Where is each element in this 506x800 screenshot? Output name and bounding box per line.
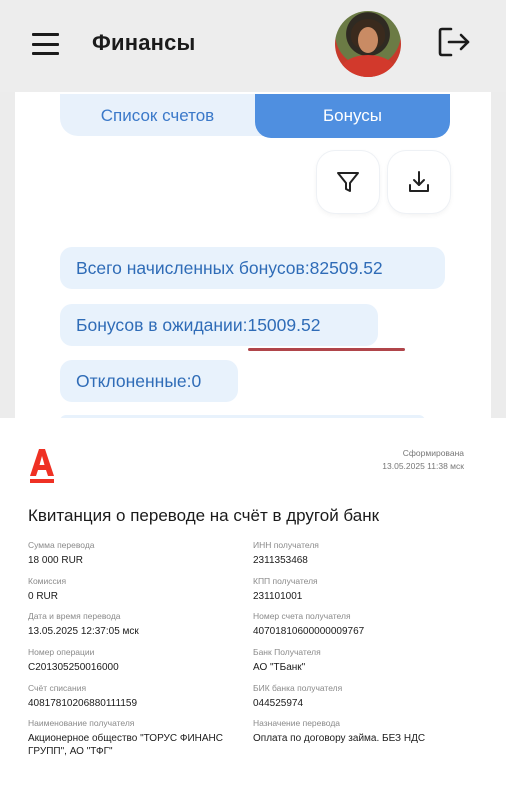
formed-label: Сформирована [402,448,464,458]
highlight-underline [248,348,405,351]
bonus-panel: Список счетов Бонусы Всего начисленных б… [15,92,491,421]
field-operation-number: Номер операции C201305250016000 [28,647,119,673]
bank-a-logo-icon [30,449,54,483]
hamburger-icon[interactable] [32,33,59,55]
field-datetime: Дата и время перевода 13.05.2025 12:37:0… [28,611,139,637]
top-bar: Финансы [0,0,506,92]
field-recipient-name: Наименование получателя Акционерное обще… [28,718,223,757]
field-recipient-bank: Банк Получателя АО "ТБанк" [253,647,321,673]
filter-icon [337,172,359,192]
field-kpp: КПП получателя 231101001 [253,576,318,602]
avatar[interactable] [335,11,401,77]
field-bik: БИК банка получателя 044525974 [253,683,343,709]
logout-icon[interactable] [437,25,471,59]
field-recipient-account: Номер счета получателя 40701810600000009… [253,611,365,637]
total-bonuses-stat: Всего начисленных бонусов:82509.52 [60,247,445,289]
tab-bar: Список счетов Бонусы [60,94,450,138]
tab-accounts-list[interactable]: Список счетов [60,94,255,138]
pending-bonuses-stat: Бонусов в ожидании:15009.52 [60,304,378,346]
field-inn: ИНН получателя 2311353468 [253,540,319,566]
field-debit-account: Счёт списания 40817810206880111159 [28,683,138,709]
receipt-title: Квитанция о переводе на счёт в другой ба… [28,506,380,525]
rejected-bonuses-stat: Отклоненные:0 [60,360,238,402]
formed-date: 13.05.2025 11:38 мск [382,461,464,471]
tab-bonuses[interactable]: Бонусы [255,94,450,138]
formed-info: Сформирована 13.05.2025 11:38 мск [382,447,464,473]
field-purpose: Назначение перевода Оплата по договору з… [253,718,426,744]
transfer-receipt: Сформирована 13.05.2025 11:38 мск Квитан… [0,418,506,800]
field-commission: Комиссия 0 RUR [28,576,67,602]
download-icon [409,171,429,192]
finance-app-screen: Финансы Список счетов Бонусы Всего начис… [0,0,506,421]
filter-button[interactable] [317,151,379,213]
field-amount: Сумма перевода 18 000 RUR [28,540,95,566]
download-button[interactable] [388,151,450,213]
page-title: Финансы [92,30,196,55]
